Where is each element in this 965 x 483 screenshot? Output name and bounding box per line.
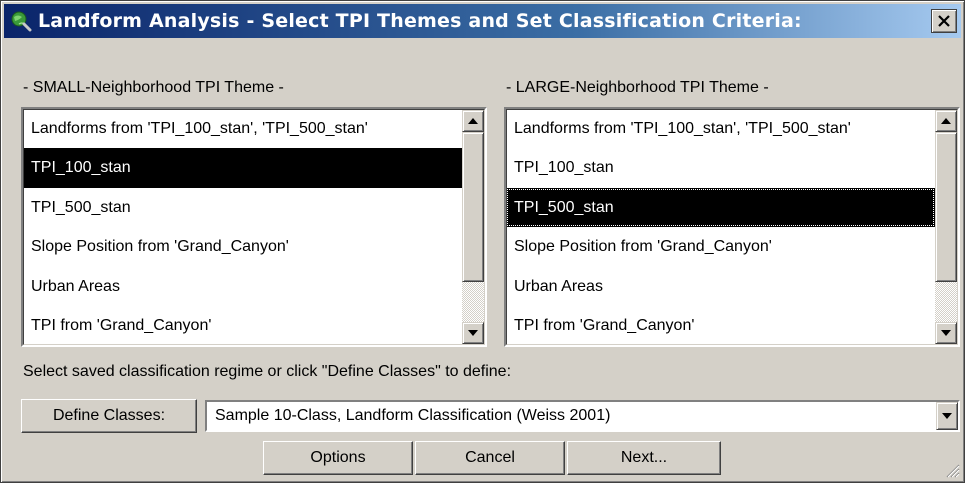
arrow-down-icon (941, 330, 951, 336)
list-item[interactable]: TPI from 'Grand_Canyon' (506, 306, 935, 345)
large-list-scrollbar[interactable] (935, 110, 957, 344)
arrow-down-icon (468, 330, 478, 336)
small-theme-items: Landforms from 'TPI_100_stan', 'TPI_500_… (23, 109, 462, 345)
large-theme-label: - LARGE-Neighborhood TPI Theme - (506, 79, 769, 96)
scroll-down-button[interactable] (935, 322, 957, 344)
title-bar[interactable]: Landform Analysis - Select TPI Themes an… (4, 4, 961, 38)
dropdown-button[interactable] (936, 402, 958, 430)
list-item[interactable]: Slope Position from 'Grand_Canyon' (23, 227, 462, 266)
list-item[interactable]: Urban Areas (23, 267, 462, 306)
classification-instruction: Select saved classification regime or cl… (23, 363, 512, 380)
small-theme-label: - SMALL-Neighborhood TPI Theme - (23, 79, 284, 96)
list-item-selected[interactable]: TPI_100_stan (23, 148, 462, 188)
options-button[interactable]: Options (263, 441, 413, 475)
arrow-up-icon (468, 118, 478, 124)
list-item[interactable]: Landforms from 'TPI_100_stan', 'TPI_500_… (506, 109, 935, 148)
small-list-scrollbar[interactable] (462, 110, 484, 344)
list-item[interactable]: Landforms from 'TPI_100_stan', 'TPI_500_… (23, 109, 462, 148)
next-button[interactable]: Next... (567, 441, 721, 475)
large-theme-listbox[interactable]: Landforms from 'TPI_100_stan', 'TPI_500_… (504, 107, 960, 347)
list-item[interactable]: TPI from 'Grand_Canyon' (23, 306, 462, 345)
small-theme-listbox[interactable]: Landforms from 'TPI_100_stan', 'TPI_500_… (21, 107, 487, 347)
close-button[interactable] (931, 9, 957, 33)
scroll-thumb[interactable] (935, 132, 957, 282)
scroll-thumb[interactable] (462, 132, 484, 282)
globe-magnifier-icon (11, 11, 32, 32)
list-item-selected[interactable]: TPI_500_stan (506, 187, 935, 228)
large-theme-items: Landforms from 'TPI_100_stan', 'TPI_500_… (506, 109, 935, 345)
arrow-up-icon (941, 118, 951, 124)
list-item[interactable]: TPI_500_stan (23, 188, 462, 227)
list-item[interactable]: Slope Position from 'Grand_Canyon' (506, 227, 935, 266)
chevron-down-icon (942, 413, 952, 419)
resize-grip-icon[interactable] (944, 462, 960, 478)
scroll-up-button[interactable] (935, 110, 957, 132)
cancel-button[interactable]: Cancel (415, 441, 565, 475)
scroll-up-button[interactable] (462, 110, 484, 132)
list-item[interactable]: Urban Areas (506, 267, 935, 306)
classification-regime-select[interactable]: Sample 10-Class, Landform Classification… (205, 400, 960, 432)
define-classes-button[interactable]: Define Classes: (21, 399, 197, 433)
window-title: Landform Analysis - Select TPI Themes an… (38, 10, 802, 32)
dialog-window: Landform Analysis - Select TPI Themes an… (0, 0, 965, 483)
list-item[interactable]: TPI_100_stan (506, 148, 935, 187)
selected-regime: Sample 10-Class, Landform Classification… (215, 407, 611, 424)
scroll-down-button[interactable] (462, 322, 484, 344)
close-icon (938, 15, 950, 27)
